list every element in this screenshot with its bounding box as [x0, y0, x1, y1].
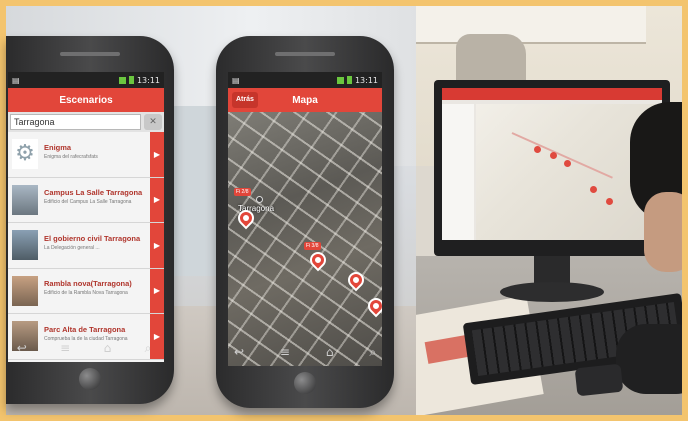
search-icon[interactable]: ⌕ — [369, 345, 376, 360]
status-icons: 13:11 — [336, 75, 378, 85]
item-text: Rambla nova(Tarragona) Edificio de la Ra… — [44, 279, 150, 302]
list-item[interactable]: ⚙ Enigma Enigma del rafecrafsfats ▶ — [8, 132, 164, 178]
arrow-right-icon[interactable]: ▶ — [150, 268, 164, 313]
home-icon[interactable]: ⌂ — [104, 341, 112, 356]
battery-icon — [128, 76, 134, 84]
app-title-bar: Escenarios — [8, 88, 164, 112]
phone-left: ▤ 13:11 Escenarios Tarragona ✕ ⚙ Enigma … — [6, 36, 174, 404]
phone-right: ▤ 13:11 Atrás Mapa Tarragona Fi 2/8 Fi 3… — [216, 36, 394, 408]
person-face — [644, 192, 682, 272]
clear-icon[interactable]: ✕ — [144, 114, 162, 130]
status-time: 13:11 — [136, 75, 160, 85]
thumbnail-image — [12, 184, 38, 215]
search-icon[interactable]: ⌕ — [145, 341, 152, 356]
monitor-pin — [606, 198, 613, 205]
scenario-list: ⚙ Enigma Enigma del rafecrafsfats ▶ Camp… — [8, 132, 164, 362]
monitor-sidebar — [442, 104, 474, 240]
phone-left-screen: ▤ 13:11 Escenarios Tarragona ✕ ⚙ Enigma … — [8, 72, 164, 362]
notification-icon: ▤ — [232, 75, 240, 85]
phone-right-screen: ▤ 13:11 Atrás Mapa Tarragona Fi 2/8 Fi 3… — [228, 72, 382, 366]
item-title: El gobierno civil Tarragona — [44, 233, 141, 243]
list-item[interactable]: Campus La Salle Tarragona Edificio del C… — [8, 177, 164, 223]
monitor-pin — [590, 186, 597, 193]
item-text: Campus La Salle Tarragona Edificio del C… — [44, 188, 150, 211]
item-title: Enigma — [44, 142, 72, 152]
notification-icon: ▤ — [12, 75, 20, 85]
arrow-right-icon[interactable]: ▶ — [150, 223, 164, 268]
item-subtitle: Edificio del Campus La Salle Tarragona — [44, 199, 132, 206]
screen-title: Mapa — [292, 94, 318, 106]
satellite-map[interactable]: Tarragona Fi 2/8 Fi 3/8 — [228, 112, 382, 366]
menu-icon[interactable]: ≡ — [60, 341, 70, 356]
hardware-nav-keys: ↩ ≡ ⌂ ⌕ — [216, 345, 394, 360]
gear-icon: ⚙ — [12, 139, 38, 170]
arrow-right-icon[interactable]: ▶ — [150, 132, 164, 177]
monitor-base — [500, 282, 604, 302]
signal-icon — [118, 76, 126, 84]
back-icon[interactable]: ↩ — [234, 345, 244, 360]
item-text: Enigma Enigma del rafecrafsfats — [44, 143, 150, 166]
earpiece — [60, 52, 120, 56]
arrow-right-icon[interactable]: ▶ — [150, 177, 164, 222]
monitor-pin — [564, 160, 571, 167]
item-subtitle: Enigma del rafecrafsfats — [44, 153, 98, 160]
search-input[interactable]: Tarragona — [10, 114, 141, 130]
status-bar: ▤ 13:11 — [8, 72, 164, 88]
back-icon[interactable]: ↩ — [17, 341, 27, 356]
item-subtitle: Edificio de la Rambla Nova Tarragona — [44, 290, 128, 297]
list-item[interactable]: El gobierno civil Tarragona La Delegació… — [8, 223, 164, 269]
menu-icon[interactable]: ≡ — [280, 345, 290, 360]
app-title-bar: Atrás Mapa — [228, 88, 382, 112]
monitor-pin — [534, 146, 541, 153]
map-pin-icon[interactable] — [344, 268, 368, 292]
monitor-pin — [550, 152, 557, 159]
trackball[interactable] — [79, 368, 101, 390]
battery-icon — [346, 76, 352, 84]
person-arm — [616, 324, 682, 394]
search-bar: Tarragona ✕ — [8, 112, 164, 132]
whiteboard — [416, 6, 646, 44]
list-item[interactable]: Rambla nova(Tarragona) Edificio de la Ra… — [8, 268, 164, 314]
pin-tag: Fi 2/8 — [234, 188, 251, 196]
thumbnail-image — [12, 230, 38, 261]
map-pin-icon[interactable] — [306, 248, 330, 272]
screen-title: Escenarios — [59, 94, 113, 106]
item-subtitle: La Delegación general ... — [44, 244, 100, 251]
status-bar: ▤ 13:11 — [228, 72, 382, 88]
monitor-app-bar — [442, 88, 662, 100]
desk-phone — [574, 363, 624, 397]
right-photo — [416, 6, 682, 415]
status-icons: 13:11 — [118, 75, 160, 85]
monitor-screen — [442, 88, 662, 240]
item-title: Rambla nova(Tarragona) — [44, 279, 132, 289]
item-title: Campus La Salle Tarragona — [44, 188, 143, 198]
thumbnail-image — [12, 275, 38, 306]
item-text: El gobierno civil Tarragona La Delegació… — [44, 234, 150, 257]
hardware-nav-keys: ↩ ≡ ⌂ ⌕ — [0, 341, 168, 356]
back-button[interactable]: Atrás — [232, 92, 258, 108]
location-dot — [256, 196, 263, 203]
pin-tag: Fi 3/8 — [304, 242, 321, 250]
status-time: 13:11 — [354, 75, 378, 85]
earpiece — [275, 52, 335, 56]
map-pin-icon[interactable] — [364, 294, 382, 318]
trackball[interactable] — [294, 372, 316, 394]
home-icon[interactable]: ⌂ — [326, 345, 334, 360]
item-title: Parc Alta de Tarragona — [44, 324, 126, 334]
signal-icon — [336, 76, 344, 84]
